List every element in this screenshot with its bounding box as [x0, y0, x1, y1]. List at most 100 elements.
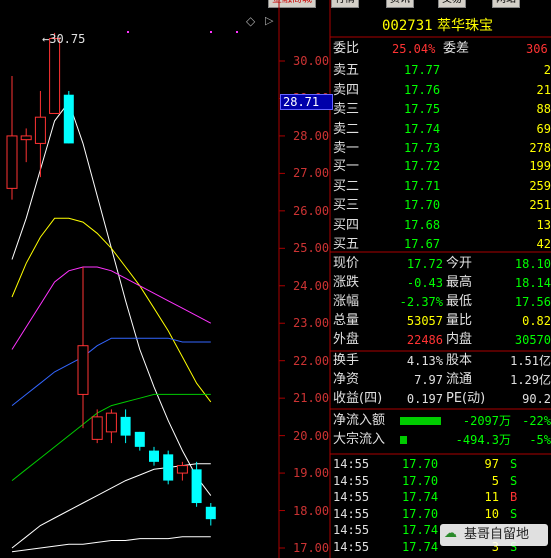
tick-side: B	[510, 490, 518, 504]
ob-price: 17.67	[404, 237, 441, 251]
ma-line-MA-white-longest	[11, 536, 211, 553]
stat-label: 现价	[333, 256, 360, 271]
marker-dot	[127, 31, 129, 33]
stock-code: 002731	[382, 18, 433, 34]
ma-line-MA-blue	[11, 337, 211, 406]
candle-body-up	[34, 116, 46, 144]
marker-dot	[210, 31, 212, 33]
flow-bar	[400, 436, 407, 444]
axis-label: 21.00	[293, 391, 330, 406]
stat-value: 18.14	[514, 276, 551, 290]
candle-body-up	[77, 345, 89, 395]
ob-volume: 251	[529, 198, 551, 212]
diamond-icon[interactable]: ◇	[246, 15, 255, 27]
stock-header: 002731 萃华珠宝	[382, 19, 493, 33]
ob-label: 卖三	[333, 102, 360, 117]
ob-price: 17.77	[404, 63, 441, 77]
axis-label: 17.00	[293, 541, 330, 555]
weicha-value: 306	[526, 42, 548, 56]
candle-body-down	[149, 450, 159, 462]
wechat-icon: ☁	[444, 526, 457, 541]
candle-body-up	[6, 135, 18, 189]
ma-line-MA-yellow	[11, 217, 212, 403]
tick-side: S	[510, 457, 518, 471]
ob-volume: 21	[536, 82, 551, 97]
ob-price: 17.70	[404, 198, 441, 212]
tick-volume: 97	[484, 457, 499, 471]
axis-label: 26.00	[293, 203, 330, 218]
flow-label: 净流入额	[333, 413, 386, 428]
axis-label: 30.00	[293, 54, 330, 68]
tick-price: 17.70	[402, 457, 439, 471]
ob-label: 买三	[333, 198, 360, 213]
tick-time: 14:55	[333, 506, 370, 521]
ma-line-MA-white-long	[11, 463, 211, 549]
axis-label: 20.00	[293, 428, 330, 443]
ob-volume: 2	[543, 63, 551, 77]
stat-label: 股本	[446, 353, 473, 368]
ob-label: 买五	[333, 237, 360, 252]
ob-volume: 278	[529, 141, 551, 155]
weibi-value: 25.04%	[392, 42, 436, 56]
marker-dot	[236, 31, 238, 33]
play-right-icon[interactable]: ▷	[265, 15, 273, 26]
current-price-tag: 28.71	[280, 94, 333, 110]
axis-label: 22.00	[293, 353, 330, 368]
tick-side: S	[510, 473, 518, 488]
flow-pct: -5%	[529, 433, 551, 447]
high-marker: ←30.75	[42, 33, 85, 45]
tick-volume: 11	[484, 490, 499, 504]
tick-volume: 10	[484, 506, 499, 521]
stat-value: 4.13%	[406, 354, 443, 368]
high-marker-value: 30.75	[49, 32, 86, 46]
stat-label: 量比	[446, 313, 473, 328]
tick-time: 14:55	[333, 457, 370, 471]
watermark: ☁ 基哥自留地	[440, 524, 548, 546]
stat-value: -0.43	[406, 276, 443, 290]
stat-value: 18.10	[514, 257, 551, 271]
ob-price: 17.68	[404, 217, 441, 232]
ob-price: 17.75	[404, 102, 441, 116]
candle-body-down	[134, 431, 145, 447]
candle-body-up	[176, 465, 188, 474]
tick-price: 17.70	[402, 506, 439, 521]
stat-value: 7.97	[414, 373, 443, 387]
stat-label: 最低	[446, 294, 473, 309]
axis-label: 25.00	[293, 241, 330, 256]
stat-label: 涨幅	[333, 294, 360, 309]
ob-label: 买一	[333, 159, 360, 174]
candle-body-down	[63, 94, 74, 144]
stat-label: 收益(四)	[333, 391, 383, 406]
tick-price: 17.74	[402, 490, 439, 504]
ob-label: 卖五	[333, 63, 360, 78]
ob-volume: 259	[529, 178, 551, 193]
stat-value: 1.51亿	[510, 354, 551, 368]
stat-label: PE(动)	[446, 391, 486, 406]
flow-label: 大宗流入	[333, 432, 386, 447]
axis-label: 28.00	[293, 128, 330, 143]
stat-value: 17.56	[514, 295, 551, 309]
stat-label: 换手	[333, 353, 360, 368]
stat-label: 流通	[446, 372, 473, 387]
stock-name: 萃华珠宝	[437, 18, 494, 34]
flow-value: -494.3万	[455, 433, 511, 447]
stat-label: 净资	[333, 372, 360, 387]
candle-body-down	[205, 506, 216, 520]
axis-label: 23.00	[293, 316, 330, 331]
ma-line-MA-magenta	[11, 266, 212, 350]
candle-body-up	[105, 412, 117, 433]
candle-body-down	[163, 454, 174, 481]
ob-label: 卖二	[333, 121, 360, 137]
stat-value: 0.197	[406, 392, 443, 406]
ob-label: 买二	[333, 178, 360, 194]
ob-volume: 199	[529, 159, 551, 173]
ob-price: 17.76	[404, 82, 441, 97]
stat-value: 90.2	[522, 392, 551, 406]
stat-label: 总量	[333, 313, 360, 328]
weicha-label: 委差	[443, 41, 470, 56]
ob-price: 17.72	[404, 159, 441, 173]
tick-time: 14:55	[333, 490, 370, 504]
ob-price: 17.73	[404, 141, 441, 155]
stat-value: 1.29亿	[510, 373, 551, 387]
stat-value: 0.82	[522, 314, 551, 328]
